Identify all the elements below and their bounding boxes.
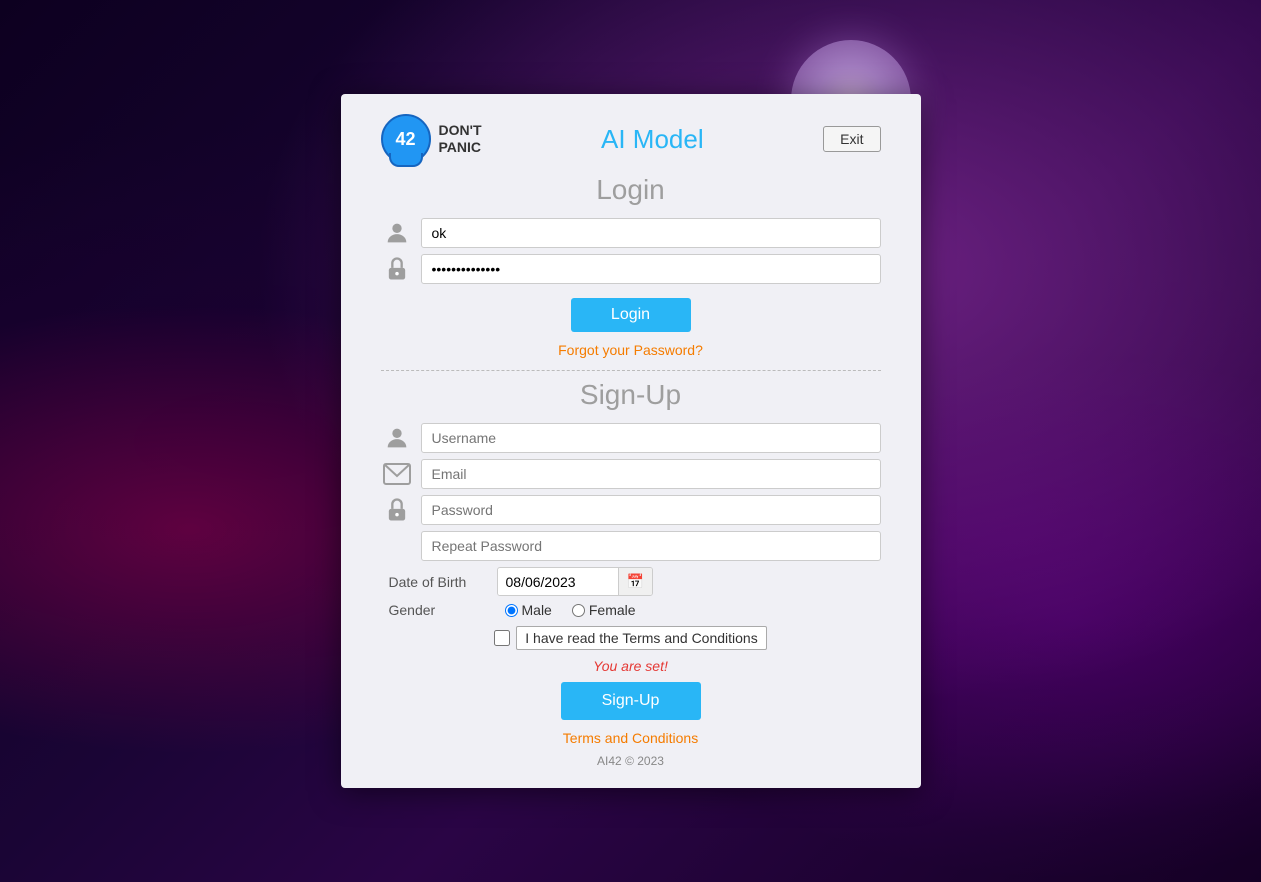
login-password-row bbox=[381, 254, 881, 284]
modal-overlay: 42 DON'TPANIC AI Model Exit Login bbox=[0, 0, 1261, 882]
signup-repeat-password-row bbox=[381, 531, 881, 561]
signup-lock-icon bbox=[383, 496, 411, 524]
gender-row: Gender Male Female bbox=[381, 602, 881, 618]
exit-button[interactable]: Exit bbox=[823, 126, 880, 152]
gender-female-radio[interactable] bbox=[572, 604, 585, 617]
signup-email-row bbox=[381, 459, 881, 489]
email-icon bbox=[383, 463, 411, 485]
modal-header: 42 DON'TPANIC AI Model Exit bbox=[381, 114, 881, 164]
lock-icon-cell bbox=[381, 255, 413, 283]
terms-checkbox[interactable] bbox=[494, 630, 510, 646]
signup-button[interactable]: Sign-Up bbox=[561, 682, 701, 720]
gender-male-option[interactable]: Male bbox=[505, 602, 552, 618]
logo-area: 42 DON'TPANIC bbox=[381, 114, 482, 164]
signup-repeat-password-input[interactable] bbox=[421, 531, 881, 561]
signup-email-input[interactable] bbox=[421, 459, 881, 489]
user-icon-cell bbox=[381, 219, 413, 247]
logo-text: DON'TPANIC bbox=[439, 122, 482, 156]
forgot-password-link-wrap: Forgot your Password? bbox=[381, 342, 881, 360]
signup-title: Sign-Up bbox=[381, 379, 881, 411]
footer-text: AI42 © 2023 bbox=[381, 754, 881, 768]
user-icon bbox=[383, 219, 411, 247]
signup-user-icon bbox=[383, 424, 411, 452]
main-modal: 42 DON'TPANIC AI Model Exit Login bbox=[341, 94, 921, 788]
terms-link-wrap: Terms and Conditions bbox=[381, 730, 881, 748]
gender-options: Male Female bbox=[505, 602, 636, 618]
gender-label: Gender bbox=[389, 602, 489, 618]
signup-password-row bbox=[381, 495, 881, 525]
calendar-button[interactable]: 📅 bbox=[618, 568, 652, 595]
terms-label: I have read the Terms and Conditions bbox=[516, 626, 766, 650]
date-of-birth-label: Date of Birth bbox=[389, 574, 489, 590]
lock-icon bbox=[383, 255, 411, 283]
logo-badge: 42 bbox=[381, 114, 431, 164]
email-icon-cell bbox=[381, 463, 413, 485]
signup-username-input[interactable] bbox=[421, 423, 881, 453]
logo-number: 42 bbox=[395, 129, 415, 150]
gender-female-option[interactable]: Female bbox=[572, 602, 636, 618]
login-button[interactable]: Login bbox=[571, 298, 691, 332]
signup-password-input[interactable] bbox=[421, 495, 881, 525]
you-are-set-message: You are set! bbox=[381, 658, 881, 674]
signup-user-icon-cell bbox=[381, 424, 413, 452]
login-title: Login bbox=[381, 174, 881, 206]
date-of-birth-input[interactable] bbox=[498, 569, 618, 595]
gender-male-radio[interactable] bbox=[505, 604, 518, 617]
date-input-wrap: 📅 bbox=[497, 567, 653, 596]
gender-female-label: Female bbox=[589, 602, 636, 618]
login-password-input[interactable] bbox=[421, 254, 881, 284]
signup-username-row bbox=[381, 423, 881, 453]
login-username-input[interactable] bbox=[421, 218, 881, 248]
date-of-birth-row: Date of Birth 📅 bbox=[381, 567, 881, 596]
section-divider bbox=[381, 370, 881, 371]
signup-lock-icon-cell bbox=[381, 496, 413, 524]
terms-and-conditions-link[interactable]: Terms and Conditions bbox=[563, 730, 698, 746]
terms-row: I have read the Terms and Conditions bbox=[381, 626, 881, 650]
gender-male-label: Male bbox=[522, 602, 552, 618]
forgot-password-link[interactable]: Forgot your Password? bbox=[558, 342, 703, 358]
login-username-row bbox=[381, 218, 881, 248]
app-title: AI Model bbox=[482, 124, 824, 155]
